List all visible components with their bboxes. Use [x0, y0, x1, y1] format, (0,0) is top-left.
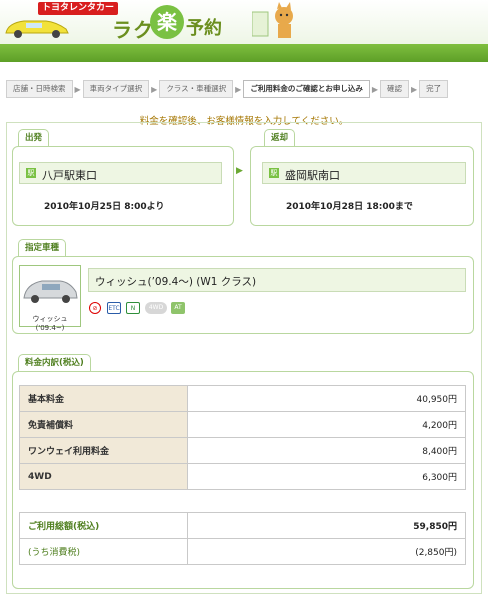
- departure-datetime: 2010年10月25日 8:00より: [44, 202, 165, 212]
- header-band: [0, 44, 488, 62]
- fee-value: 6,300円: [187, 463, 466, 490]
- car-thumbnail: ウィッシュ('09.4~): [19, 265, 81, 332]
- departure-location: 八戸駅東口: [42, 169, 97, 182]
- step-complete: 完了: [419, 80, 449, 98]
- return-location: 盛岡駅南口: [285, 169, 340, 182]
- arrow-right-icon: ▶: [236, 166, 243, 176]
- return-panel: [250, 146, 474, 226]
- fee-row: ワンウェイ利用料金 8,400円: [19, 437, 466, 464]
- departure-tab: 出発: [18, 129, 50, 146]
- title-yoyaku-text: 予約: [186, 18, 222, 39]
- tax-value: (2,850円): [187, 538, 466, 565]
- return-location-box: 駅 盛岡駅南口: [262, 162, 466, 184]
- fee-label: ワンウェイ利用料金: [19, 437, 188, 464]
- navi-icon: N: [126, 302, 140, 314]
- fee-table: 基本料金 40,950円 免責補償料 4,200円 ワンウェイ利用料金 8,40…: [19, 385, 466, 490]
- departure-panel: [12, 146, 234, 226]
- mascot-icon: [252, 2, 293, 38]
- return-tab: 返却: [264, 129, 296, 146]
- car-thumb-caption: ウィッシュ('09.4~): [32, 315, 68, 332]
- fee-row: 4WD 6,300円: [19, 463, 466, 490]
- car-logo-icon: [5, 20, 69, 38]
- step-arrow-icon: ▶: [235, 84, 242, 94]
- at-icon: AT: [171, 302, 185, 314]
- departure-location-box: 駅 八戸駅東口: [19, 162, 222, 184]
- step-store-datetime: 店舗・日時検索: [6, 80, 73, 98]
- car-image-icon: [23, 280, 78, 303]
- fee-label: 免責補償料: [19, 411, 188, 438]
- fee-row: 基本料金 40,950円: [19, 385, 466, 412]
- fee-label: 基本料金: [19, 385, 188, 412]
- step-arrow-icon: ▶: [74, 84, 81, 94]
- vehicle-tab: 指定車種: [18, 239, 67, 256]
- car-name: ウィッシュ(’09.4～) (W1 クラス): [95, 276, 257, 288]
- step-arrow-icon: ▶: [151, 84, 158, 94]
- progress-steps: 店舗・日時検索 ▶ 車両タイプ選択 ▶ クラス・車種選択 ▶ ご利用料金のご確認…: [6, 80, 480, 98]
- car-name-box: ウィッシュ(’09.4～) (W1 クラス): [88, 268, 466, 292]
- station-icon: 駅: [26, 168, 36, 178]
- etc-icon: ETC: [107, 302, 121, 314]
- station-icon: 駅: [269, 168, 279, 178]
- step-confirm-fees: ご利用料金のご確認とお申し込み: [243, 80, 370, 98]
- step-confirm: 確認: [379, 80, 409, 98]
- total-row: ご利用総額(税込) 59,850円: [19, 512, 466, 539]
- total-label: ご利用総額(税込): [19, 512, 188, 539]
- fee-label: 4WD: [19, 463, 188, 490]
- fee-value: 40,950円: [187, 385, 466, 412]
- step-class-model: クラス・車種選択: [159, 80, 234, 98]
- no-smoking-icon: ⊘: [89, 302, 101, 314]
- step-arrow-icon: ▶: [371, 84, 378, 94]
- site-header: トヨタレンタカー ラク 楽 予約: [0, 0, 488, 44]
- title-raku-text: ラク: [112, 18, 154, 42]
- total-value: 59,850円: [187, 512, 466, 539]
- brand-name: トヨタレンタカー: [38, 2, 119, 15]
- step-arrow-icon: ▶: [410, 84, 418, 94]
- return-datetime: 2010年10月28日 18:00まで: [286, 202, 413, 212]
- fee-tab: 料金内訳(税込): [18, 354, 91, 371]
- step-vehicle-type: 車両タイプ選択: [82, 80, 150, 98]
- fee-total-table: ご利用総額(税込) 59,850円 (うち消費税) (2,850円): [19, 512, 466, 565]
- title-raku-circle: 楽: [150, 5, 184, 39]
- 4wd-icon: 4WD: [145, 302, 167, 314]
- fee-row: 免責補償料 4,200円: [19, 411, 466, 438]
- fee-value: 4,200円: [187, 411, 466, 438]
- fee-value: 8,400円: [187, 437, 466, 464]
- tax-row: (うち消費税) (2,850円): [19, 538, 466, 565]
- tax-label: (うち消費税): [19, 538, 188, 565]
